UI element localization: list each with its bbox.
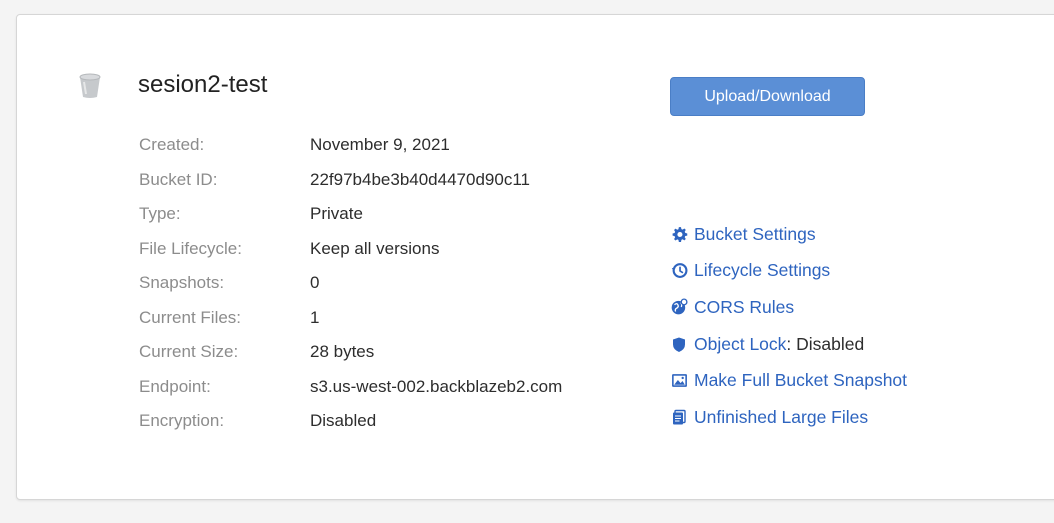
detail-row-type: Type: Private xyxy=(139,197,562,232)
bucket-settings-link-row[interactable]: Bucket Settings xyxy=(670,216,907,253)
bucket-icon xyxy=(79,73,101,98)
detail-row-snapshots: Snapshots: 0 xyxy=(139,266,562,301)
detail-value: 28 bytes xyxy=(310,342,375,362)
detail-value: 1 xyxy=(310,307,320,327)
detail-value: Disabled xyxy=(310,411,377,431)
history-icon xyxy=(670,262,688,280)
bucket-details: Created: November 9, 2021 Bucket ID: 22f… xyxy=(139,128,562,439)
bucket-name: sesion2-test xyxy=(138,71,268,98)
lifecycle-settings-link-row[interactable]: Lifecycle Settings xyxy=(670,253,907,290)
gear-icon xyxy=(670,225,688,243)
cors-rules-link-row[interactable]: CORS Rules xyxy=(670,289,907,326)
object-lock-link-row[interactable]: Object Lock : Disabled xyxy=(670,326,907,363)
detail-label: Encryption: xyxy=(139,411,225,431)
detail-row-created: Created: November 9, 2021 xyxy=(139,128,562,163)
detail-value: Keep all versions xyxy=(310,238,440,258)
detail-row-encryption: Encryption: Disabled xyxy=(139,404,562,439)
unfinished-large-files-link[interactable]: Unfinished Large Files xyxy=(694,407,868,428)
globe-icon xyxy=(670,298,688,316)
detail-row-current-files: Current Files: 1 xyxy=(139,301,562,336)
shield-icon xyxy=(670,335,688,353)
detail-value: 0 xyxy=(310,273,320,293)
lifecycle-settings-link[interactable]: Lifecycle Settings xyxy=(694,260,830,281)
object-lock-status: : Disabled xyxy=(786,333,865,354)
detail-row-current-size: Current Size: 28 bytes xyxy=(139,335,562,370)
make-snapshot-link-row[interactable]: Make Full Bucket Snapshot xyxy=(670,362,907,399)
detail-label: Snapshots: xyxy=(139,273,225,293)
image-icon xyxy=(670,372,688,390)
detail-label: File Lifecycle: xyxy=(139,238,242,258)
detail-value: November 9, 2021 xyxy=(310,135,450,155)
bucket-settings-link[interactable]: Bucket Settings xyxy=(694,224,816,245)
detail-row-bucket-id: Bucket ID: 22f97b4be3b40d4470d90c11 xyxy=(139,163,562,198)
detail-label: Created: xyxy=(139,135,205,155)
detail-row-endpoint: Endpoint: s3.us-west-002.backblazeb2.com xyxy=(139,370,562,405)
detail-value: Private xyxy=(310,204,363,224)
detail-label: Endpoint: xyxy=(139,376,211,396)
detail-label: Current Files: xyxy=(139,307,242,327)
upload-download-button[interactable]: Upload/Download xyxy=(670,77,865,116)
object-lock-link[interactable]: Object Lock xyxy=(694,334,786,355)
detail-value: 22f97b4be3b40d4470d90c11 xyxy=(310,169,530,189)
detail-label: Current Size: xyxy=(139,342,239,362)
detail-value: s3.us-west-002.backblazeb2.com xyxy=(310,376,563,396)
cors-rules-link[interactable]: CORS Rules xyxy=(694,297,794,318)
make-snapshot-link[interactable]: Make Full Bucket Snapshot xyxy=(694,370,907,391)
detail-label: Type: xyxy=(139,204,181,224)
document-icon xyxy=(670,408,688,426)
detail-label: Bucket ID: xyxy=(139,169,218,189)
detail-row-file-lifecycle: File Lifecycle: Keep all versions xyxy=(139,232,562,267)
bucket-actions-list: Bucket Settings Lifecycle Settings CORS … xyxy=(670,216,907,436)
unfinished-large-files-link-row[interactable]: Unfinished Large Files xyxy=(670,399,907,436)
